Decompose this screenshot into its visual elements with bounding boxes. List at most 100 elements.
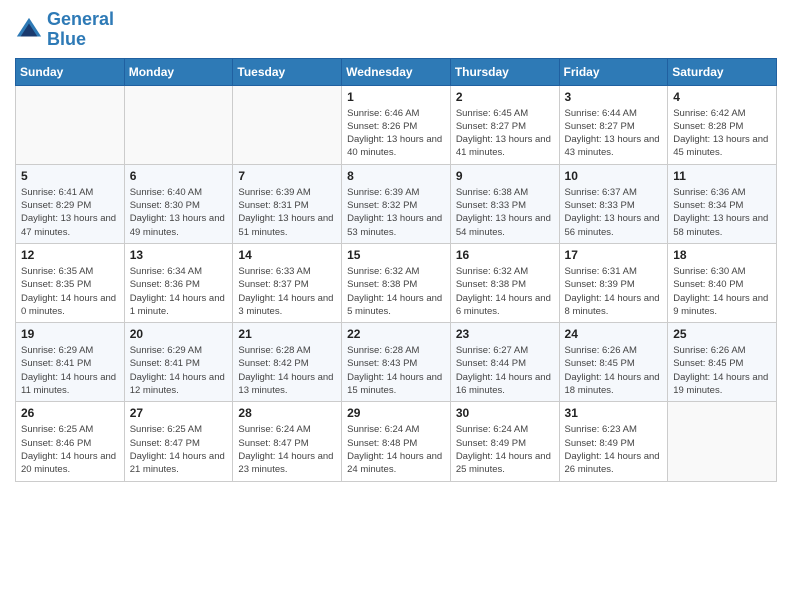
day-number: 12 xyxy=(21,248,119,262)
day-info: Sunrise: 6:44 AMSunset: 8:27 PMDaylight:… xyxy=(565,107,663,160)
calendar-cell: 17 Sunrise: 6:31 AMSunset: 8:39 PMDayligh… xyxy=(559,243,668,322)
day-info: Sunrise: 6:36 AMSunset: 8:34 PMDaylight:… xyxy=(673,186,771,239)
day-info: Sunrise: 6:33 AMSunset: 8:37 PMDaylight:… xyxy=(238,265,336,318)
day-number: 7 xyxy=(238,169,336,183)
logo-icon xyxy=(15,16,43,44)
day-number: 21 xyxy=(238,327,336,341)
day-info: Sunrise: 6:32 AMSunset: 8:38 PMDaylight:… xyxy=(456,265,554,318)
calendar-cell: 15 Sunrise: 6:32 AMSunset: 8:38 PMDayligh… xyxy=(342,243,451,322)
day-number: 19 xyxy=(21,327,119,341)
day-number: 5 xyxy=(21,169,119,183)
day-number: 11 xyxy=(673,169,771,183)
day-info: Sunrise: 6:29 AMSunset: 8:41 PMDaylight:… xyxy=(130,344,228,397)
calendar-cell: 27 Sunrise: 6:25 AMSunset: 8:47 PMDayligh… xyxy=(124,402,233,481)
day-info: Sunrise: 6:24 AMSunset: 8:47 PMDaylight:… xyxy=(238,423,336,476)
calendar-cell: 1 Sunrise: 6:46 AMSunset: 8:26 PMDaylight… xyxy=(342,85,451,164)
day-number: 1 xyxy=(347,90,445,104)
logo-text: General Blue xyxy=(47,10,114,50)
day-info: Sunrise: 6:29 AMSunset: 8:41 PMDaylight:… xyxy=(21,344,119,397)
calendar-cell: 6 Sunrise: 6:40 AMSunset: 8:30 PMDaylight… xyxy=(124,164,233,243)
day-number: 30 xyxy=(456,406,554,420)
calendar-cell: 16Sunrise: 6:32 AMSunset: 8:38 PMDayligh… xyxy=(450,243,559,322)
day-info: Sunrise: 6:25 AMSunset: 8:47 PMDaylight:… xyxy=(130,423,228,476)
calendar-cell: 11 Sunrise: 6:36 AMSunset: 8:34 PMDayligh… xyxy=(668,164,777,243)
day-info: Sunrise: 6:25 AMSunset: 8:46 PMDaylight:… xyxy=(21,423,119,476)
weekday-header: Friday xyxy=(559,58,668,85)
calendar-week-row: 5 Sunrise: 6:41 AMSunset: 8:29 PMDaylight… xyxy=(16,164,777,243)
calendar-cell: 14Sunrise: 6:33 AMSunset: 8:37 PMDayligh… xyxy=(233,243,342,322)
day-info: Sunrise: 6:23 AMSunset: 8:49 PMDaylight:… xyxy=(565,423,663,476)
day-number: 2 xyxy=(456,90,554,104)
day-info: Sunrise: 6:30 AMSunset: 8:40 PMDaylight:… xyxy=(673,265,771,318)
day-info: Sunrise: 6:28 AMSunset: 8:43 PMDaylight:… xyxy=(347,344,445,397)
calendar-cell: 25 Sunrise: 6:26 AMSunset: 8:45 PMDayligh… xyxy=(668,323,777,402)
calendar-cell: 12 Sunrise: 6:35 AMSunset: 8:35 PMDayligh… xyxy=(16,243,125,322)
day-number: 13 xyxy=(130,248,228,262)
calendar-cell: 13 Sunrise: 6:34 AMSunset: 8:36 PMDayligh… xyxy=(124,243,233,322)
calendar-week-row: 19 Sunrise: 6:29 AMSunset: 8:41 PMDayligh… xyxy=(16,323,777,402)
day-number: 9 xyxy=(456,169,554,183)
day-number: 20 xyxy=(130,327,228,341)
calendar-cell: 5 Sunrise: 6:41 AMSunset: 8:29 PMDaylight… xyxy=(16,164,125,243)
day-number: 23 xyxy=(456,327,554,341)
calendar-cell xyxy=(16,85,125,164)
day-number: 15 xyxy=(347,248,445,262)
day-number: 25 xyxy=(673,327,771,341)
calendar-cell: 24 Sunrise: 6:26 AMSunset: 8:45 PMDayligh… xyxy=(559,323,668,402)
day-info: Sunrise: 6:32 AMSunset: 8:38 PMDaylight:… xyxy=(347,265,445,318)
calendar-week-row: 12 Sunrise: 6:35 AMSunset: 8:35 PMDayligh… xyxy=(16,243,777,322)
day-number: 27 xyxy=(130,406,228,420)
calendar-cell: 7 Sunrise: 6:39 AMSunset: 8:31 PMDaylight… xyxy=(233,164,342,243)
day-info: Sunrise: 6:40 AMSunset: 8:30 PMDaylight:… xyxy=(130,186,228,239)
day-info: Sunrise: 6:26 AMSunset: 8:45 PMDaylight:… xyxy=(673,344,771,397)
day-info: Sunrise: 6:35 AMSunset: 8:35 PMDaylight:… xyxy=(21,265,119,318)
calendar-cell: 26 Sunrise: 6:25 AMSunset: 8:46 PMDayligh… xyxy=(16,402,125,481)
weekday-header: Thursday xyxy=(450,58,559,85)
day-info: Sunrise: 6:27 AMSunset: 8:44 PMDaylight:… xyxy=(456,344,554,397)
day-info: Sunrise: 6:28 AMSunset: 8:42 PMDaylight:… xyxy=(238,344,336,397)
day-number: 18 xyxy=(673,248,771,262)
calendar-cell: 31 Sunrise: 6:23 AMSunset: 8:49 PMDayligh… xyxy=(559,402,668,481)
day-number: 31 xyxy=(565,406,663,420)
calendar-cell: 4Sunrise: 6:42 AMSunset: 8:28 PMDaylight… xyxy=(668,85,777,164)
day-info: Sunrise: 6:45 AMSunset: 8:27 PMDaylight:… xyxy=(456,107,554,160)
calendar-cell: 30Sunrise: 6:24 AMSunset: 8:49 PMDayligh… xyxy=(450,402,559,481)
calendar-week-row: 1 Sunrise: 6:46 AMSunset: 8:26 PMDaylight… xyxy=(16,85,777,164)
weekday-header: Sunday xyxy=(16,58,125,85)
day-number: 26 xyxy=(21,406,119,420)
day-number: 6 xyxy=(130,169,228,183)
calendar-cell: 10Sunrise: 6:37 AMSunset: 8:33 PMDayligh… xyxy=(559,164,668,243)
weekday-header: Monday xyxy=(124,58,233,85)
calendar-cell: 8Sunrise: 6:39 AMSunset: 8:32 PMDaylight… xyxy=(342,164,451,243)
calendar-cell: 21 Sunrise: 6:28 AMSunset: 8:42 PMDayligh… xyxy=(233,323,342,402)
calendar-table: SundayMondayTuesdayWednesdayThursdayFrid… xyxy=(15,58,777,482)
calendar-cell xyxy=(668,402,777,481)
day-info: Sunrise: 6:38 AMSunset: 8:33 PMDaylight:… xyxy=(456,186,554,239)
logo: General Blue xyxy=(15,10,114,50)
calendar-cell: 18 Sunrise: 6:30 AMSunset: 8:40 PMDayligh… xyxy=(668,243,777,322)
day-number: 17 xyxy=(565,248,663,262)
calendar-cell: 19 Sunrise: 6:29 AMSunset: 8:41 PMDayligh… xyxy=(16,323,125,402)
day-info: Sunrise: 6:46 AMSunset: 8:26 PMDaylight:… xyxy=(347,107,445,160)
calendar-cell xyxy=(233,85,342,164)
day-info: Sunrise: 6:37 AMSunset: 8:33 PMDaylight:… xyxy=(565,186,663,239)
day-info: Sunrise: 6:34 AMSunset: 8:36 PMDaylight:… xyxy=(130,265,228,318)
day-info: Sunrise: 6:31 AMSunset: 8:39 PMDaylight:… xyxy=(565,265,663,318)
day-info: Sunrise: 6:42 AMSunset: 8:28 PMDaylight:… xyxy=(673,107,771,160)
calendar-cell: 2 Sunrise: 6:45 AMSunset: 8:27 PMDaylight… xyxy=(450,85,559,164)
day-info: Sunrise: 6:41 AMSunset: 8:29 PMDaylight:… xyxy=(21,186,119,239)
weekday-header: Tuesday xyxy=(233,58,342,85)
calendar-cell: 29Sunrise: 6:24 AMSunset: 8:48 PMDayligh… xyxy=(342,402,451,481)
calendar-cell: 3Sunrise: 6:44 AMSunset: 8:27 PMDaylight… xyxy=(559,85,668,164)
weekday-header: Wednesday xyxy=(342,58,451,85)
day-info: Sunrise: 6:39 AMSunset: 8:31 PMDaylight:… xyxy=(238,186,336,239)
calendar-cell: 28 Sunrise: 6:24 AMSunset: 8:47 PMDayligh… xyxy=(233,402,342,481)
day-number: 8 xyxy=(347,169,445,183)
day-number: 24 xyxy=(565,327,663,341)
page-header: General Blue xyxy=(15,10,777,50)
calendar-cell: 9 Sunrise: 6:38 AMSunset: 8:33 PMDaylight… xyxy=(450,164,559,243)
day-number: 28 xyxy=(238,406,336,420)
calendar-header-row: SundayMondayTuesdayWednesdayThursdayFrid… xyxy=(16,58,777,85)
day-info: Sunrise: 6:26 AMSunset: 8:45 PMDaylight:… xyxy=(565,344,663,397)
day-number: 22 xyxy=(347,327,445,341)
